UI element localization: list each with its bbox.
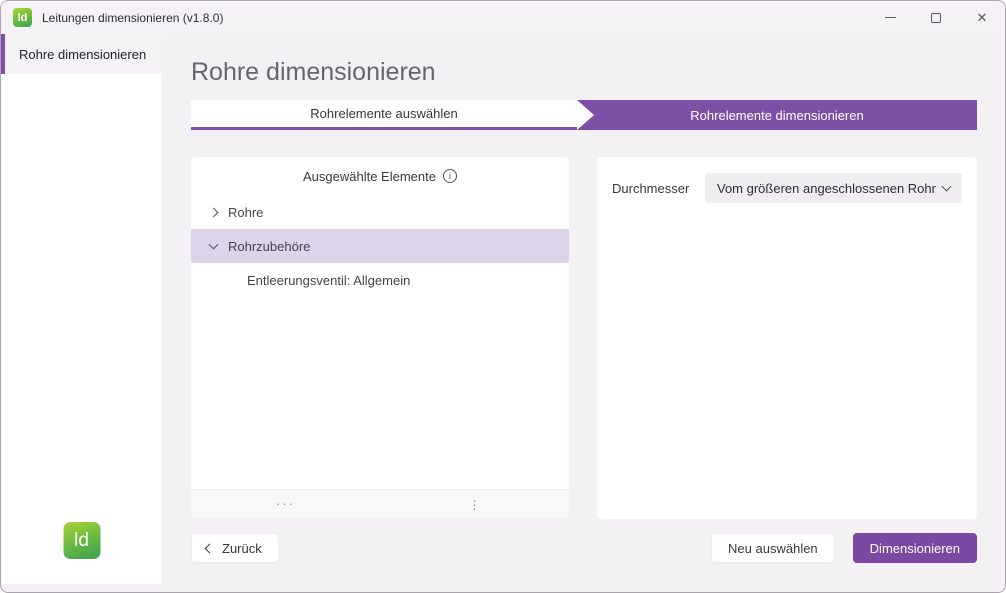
tree-item-label: Entleerungsventil: Allgemein <box>247 273 410 288</box>
window-title: Leitungen dimensionieren (v1.8.0) <box>42 11 223 25</box>
wizard-step-label: Rohrelemente dimensionieren <box>690 108 863 123</box>
elements-tree: Rohre Rohrzubehöre Entleerungsventil: Al… <box>191 195 569 489</box>
bottom-buttons: Zurück Neu auswählen Dimensionieren <box>191 533 977 563</box>
wizard-step-dimension-elements[interactable]: Rohrelemente dimensionieren <box>577 100 977 130</box>
maximize-icon <box>931 13 941 23</box>
vertical-ellipsis-icon[interactable]: ⋮ <box>469 498 481 512</box>
app-logo: ld <box>63 522 100 559</box>
sidebar-item-label: Rohre dimensionieren <box>19 47 146 62</box>
close-button[interactable]: ✕ <box>959 1 1005 34</box>
dimension-button-label: Dimensionieren <box>870 541 960 556</box>
minimize-icon <box>885 17 896 18</box>
chevron-down-icon <box>942 182 952 192</box>
tree-item-entleerungsventil[interactable]: Entleerungsventil: Allgemein <box>191 263 569 297</box>
back-button[interactable]: Zurück <box>191 533 279 563</box>
wizard-step-label: Rohrelemente auswählen <box>310 106 457 121</box>
titlebar: ld Leitungen dimensionieren (v1.8.0) ✕ <box>1 1 1005 34</box>
diameter-dropdown-value: Vom größeren angeschlossenen Rohr <box>717 181 936 196</box>
diameter-row: Durchmesser Vom größeren angeschlossenen… <box>612 173 962 203</box>
page-title: Rohre dimensionieren <box>191 59 977 85</box>
wizard-step-select-elements[interactable]: Rohrelemente auswählen <box>191 100 577 130</box>
sidebar: Rohre dimensionieren ld <box>1 34 162 584</box>
panel-footer: ··· ⋮ <box>191 489 569 519</box>
sidebar-item-rohre-dimensionieren[interactable]: Rohre dimensionieren <box>1 34 162 74</box>
selected-elements-header: Ausgewählte Elemente i <box>191 157 569 195</box>
main-content: Rohre dimensionieren Rohrelemente auswäh… <box>162 34 1006 593</box>
minimize-button[interactable] <box>867 1 913 34</box>
diameter-dropdown[interactable]: Vom größeren angeschlossenen Rohr <box>705 173 962 203</box>
wizard-step-arrow-icon <box>577 100 594 130</box>
reselect-button[interactable]: Neu auswählen <box>711 533 835 563</box>
tree-item-rohre[interactable]: Rohre <box>191 195 569 229</box>
diameter-label: Durchmesser <box>612 181 689 196</box>
chevron-right-icon <box>209 207 219 217</box>
selected-elements-header-label: Ausgewählte Elemente <box>303 169 436 184</box>
tree-item-label: Rohre <box>228 205 263 220</box>
tree-item-rohrzubehoere[interactable]: Rohrzubehöre <box>191 229 569 263</box>
properties-panel: Durchmesser Vom größeren angeschlossenen… <box>597 157 977 519</box>
horizontal-ellipsis-icon[interactable]: ··· <box>276 496 295 511</box>
app-icon: ld <box>13 8 32 27</box>
wizard-steps: Rohrelemente auswählen Rohrelemente dime… <box>191 100 977 130</box>
tree-item-label: Rohrzubehöre <box>228 239 310 254</box>
close-icon: ✕ <box>977 10 988 26</box>
maximize-button[interactable] <box>913 1 959 34</box>
info-icon[interactable]: i <box>443 169 457 183</box>
reselect-button-label: Neu auswählen <box>728 541 818 556</box>
chevron-down-icon <box>209 240 219 250</box>
selected-elements-panel: Ausgewählte Elemente i Rohre Rohrzubehör… <box>191 157 569 519</box>
app-window: ld Leitungen dimensionieren (v1.8.0) ✕ R… <box>0 0 1006 593</box>
back-button-label: Zurück <box>222 541 262 556</box>
dimension-button[interactable]: Dimensionieren <box>853 533 977 563</box>
chevron-left-icon <box>205 543 215 553</box>
